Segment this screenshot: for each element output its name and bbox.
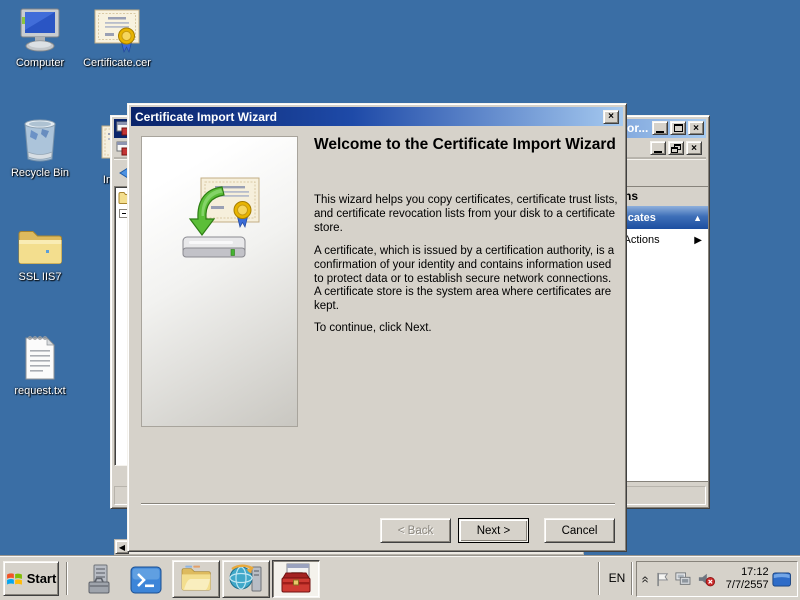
mmc-close-button[interactable]: ×: [688, 121, 704, 135]
mmc-minimize-button[interactable]: [652, 121, 668, 135]
iis-task-button[interactable]: [222, 560, 270, 598]
wizard-paragraph: To continue, click Next.: [314, 322, 619, 336]
text-file-icon: [21, 334, 59, 382]
desktop-icon-certificate-cer[interactable]: Certificate.cer: [77, 8, 157, 69]
tray-clock[interactable]: 17:12 7/7/2557: [723, 566, 769, 592]
folder-icon: [16, 226, 64, 268]
mmc-toolbox-icon: [279, 563, 313, 595]
back-button[interactable]: < Back: [380, 518, 451, 543]
mmc-child-minimize-button[interactable]: [650, 141, 666, 155]
mmc-task-button[interactable]: [272, 560, 320, 598]
desktop-icon-label: Computer: [0, 57, 80, 69]
certificate-import-graphic: [175, 175, 265, 267]
desktop-icon-label: Certificate.cer: [77, 57, 157, 69]
windows-logo-icon: [6, 570, 23, 587]
desktop-icon-request-txt[interactable]: request.txt: [0, 334, 80, 397]
cancel-button[interactable]: Cancel: [544, 518, 615, 543]
desktop: Computer Certificate.cer Recycle Bin: [0, 0, 800, 600]
tray-time: 17:12: [723, 566, 769, 579]
language-indicator[interactable]: EN: [604, 565, 630, 591]
iis-manager-icon: [228, 563, 264, 595]
taskbar-separator: [66, 562, 68, 595]
wizard-watermark-panel: [141, 136, 298, 427]
desktop-icon-ssl-iis7[interactable]: SSL IIS7: [0, 226, 80, 283]
wizard-close-button[interactable]: ×: [603, 110, 619, 124]
start-button[interactable]: Start: [3, 561, 59, 596]
action-center-flag-icon[interactable]: [655, 571, 669, 588]
tray-date: 7/7/2557: [723, 579, 769, 592]
desktop-icon-label: request.txt: [0, 385, 80, 397]
desktop-icon-label: SSL IIS7: [0, 271, 80, 283]
certificate-import-wizard-dialog[interactable]: Certificate Import Wizard ×: [127, 103, 627, 552]
network-icon[interactable]: [675, 571, 692, 588]
show-desktop-icon[interactable]: [772, 571, 791, 588]
computer-icon: [16, 8, 64, 54]
wizard-heading: Welcome to the Certificate Import Wizard: [314, 135, 622, 154]
submenu-arrow-icon: ▶: [694, 235, 702, 246]
mmc-child-restore-button[interactable]: [668, 141, 684, 155]
explorer-task-button[interactable]: [172, 560, 220, 598]
certificate-icon: [92, 8, 142, 54]
wizard-titlebar[interactable]: Certificate Import Wizard ×: [131, 107, 623, 126]
wizard-paragraph: A certificate, which is issued by a cert…: [314, 245, 619, 314]
powershell-icon[interactable]: [130, 566, 162, 594]
tray-separator: [631, 562, 633, 595]
start-label: Start: [27, 571, 57, 586]
wizard-separator: [141, 503, 615, 505]
wizard-paragraph: This wizard helps you copy certificates,…: [314, 194, 619, 235]
desktop-icon-label: Recycle Bin: [0, 167, 80, 179]
tray-separator: [598, 562, 600, 595]
desktop-icon-recycle-bin[interactable]: Recycle Bin: [0, 116, 80, 179]
recycle-bin-icon: [19, 116, 61, 164]
mmc-window-title: or...: [627, 121, 648, 135]
desktop-icon-computer[interactable]: Computer: [0, 8, 80, 69]
taskbar: Start: [0, 556, 800, 600]
mmc-maximize-button[interactable]: [670, 121, 686, 135]
explorer-folder-icon: [179, 565, 213, 593]
tray-expand-chevron-icon[interactable]: «: [639, 573, 654, 585]
collapse-icon[interactable]: ▲: [693, 213, 702, 223]
mmc-child-close-button[interactable]: ×: [686, 141, 702, 155]
wizard-title: Certificate Import Wizard: [135, 110, 277, 124]
audio-muted-icon[interactable]: [698, 571, 716, 588]
next-button[interactable]: Next >: [458, 518, 529, 543]
server-manager-icon[interactable]: [86, 564, 116, 596]
system-tray: « 17:12 7/7/2557: [636, 561, 798, 597]
